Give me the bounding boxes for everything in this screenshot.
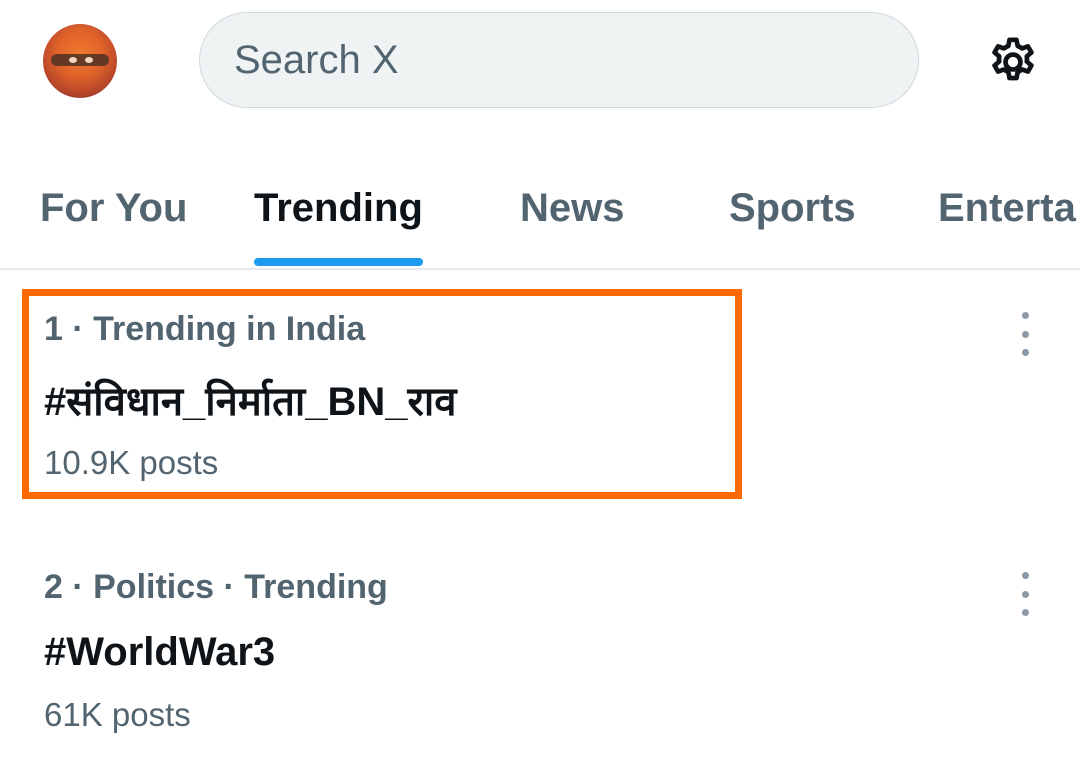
trend-topic: #संविधान_निर्माता_BN_राव [44, 380, 457, 424]
trend-topic: #WorldWar3 [44, 630, 276, 674]
avatar-band [51, 54, 109, 66]
active-tab-indicator [254, 258, 423, 266]
tab-label: Sports [729, 186, 856, 230]
settings-button[interactable] [983, 32, 1043, 92]
tab-label: For You [40, 186, 188, 230]
trend-context: 2 · Politics · Trending [44, 568, 388, 606]
trend-context: 1 · Trending in India [44, 310, 366, 348]
more-options-button[interactable] [1010, 312, 1040, 356]
tab-entertainment[interactable]: Enterta [938, 150, 1076, 268]
tab-label: Trending [254, 186, 423, 230]
user-avatar[interactable] [43, 24, 117, 98]
trend-post-count: 10.9K posts [44, 444, 219, 481]
tab-news[interactable]: News [520, 150, 625, 268]
explore-tabs: For You Trending News Sports Enterta [0, 150, 1080, 270]
tab-trending[interactable]: Trending [254, 150, 423, 268]
tab-label: News [520, 186, 625, 230]
avatar-eye-right [85, 57, 93, 63]
trend-item[interactable]: 2 · Politics · Trending #WorldWar3 61K p… [0, 548, 1080, 748]
trend-item[interactable]: 1 · Trending in India #संविधान_निर्माता_… [0, 290, 1080, 510]
tab-for-you[interactable]: For You [40, 150, 187, 268]
search-bar[interactable] [199, 12, 919, 108]
avatar-eye-left [69, 57, 77, 63]
search-input[interactable] [232, 36, 876, 84]
tab-sports[interactable]: Sports [729, 150, 856, 268]
more-options-button[interactable] [1010, 572, 1040, 616]
top-bar [0, 0, 1080, 130]
trend-post-count: 61K posts [44, 696, 191, 733]
tab-label: Enterta [938, 186, 1076, 230]
gear-icon [992, 37, 1034, 81]
